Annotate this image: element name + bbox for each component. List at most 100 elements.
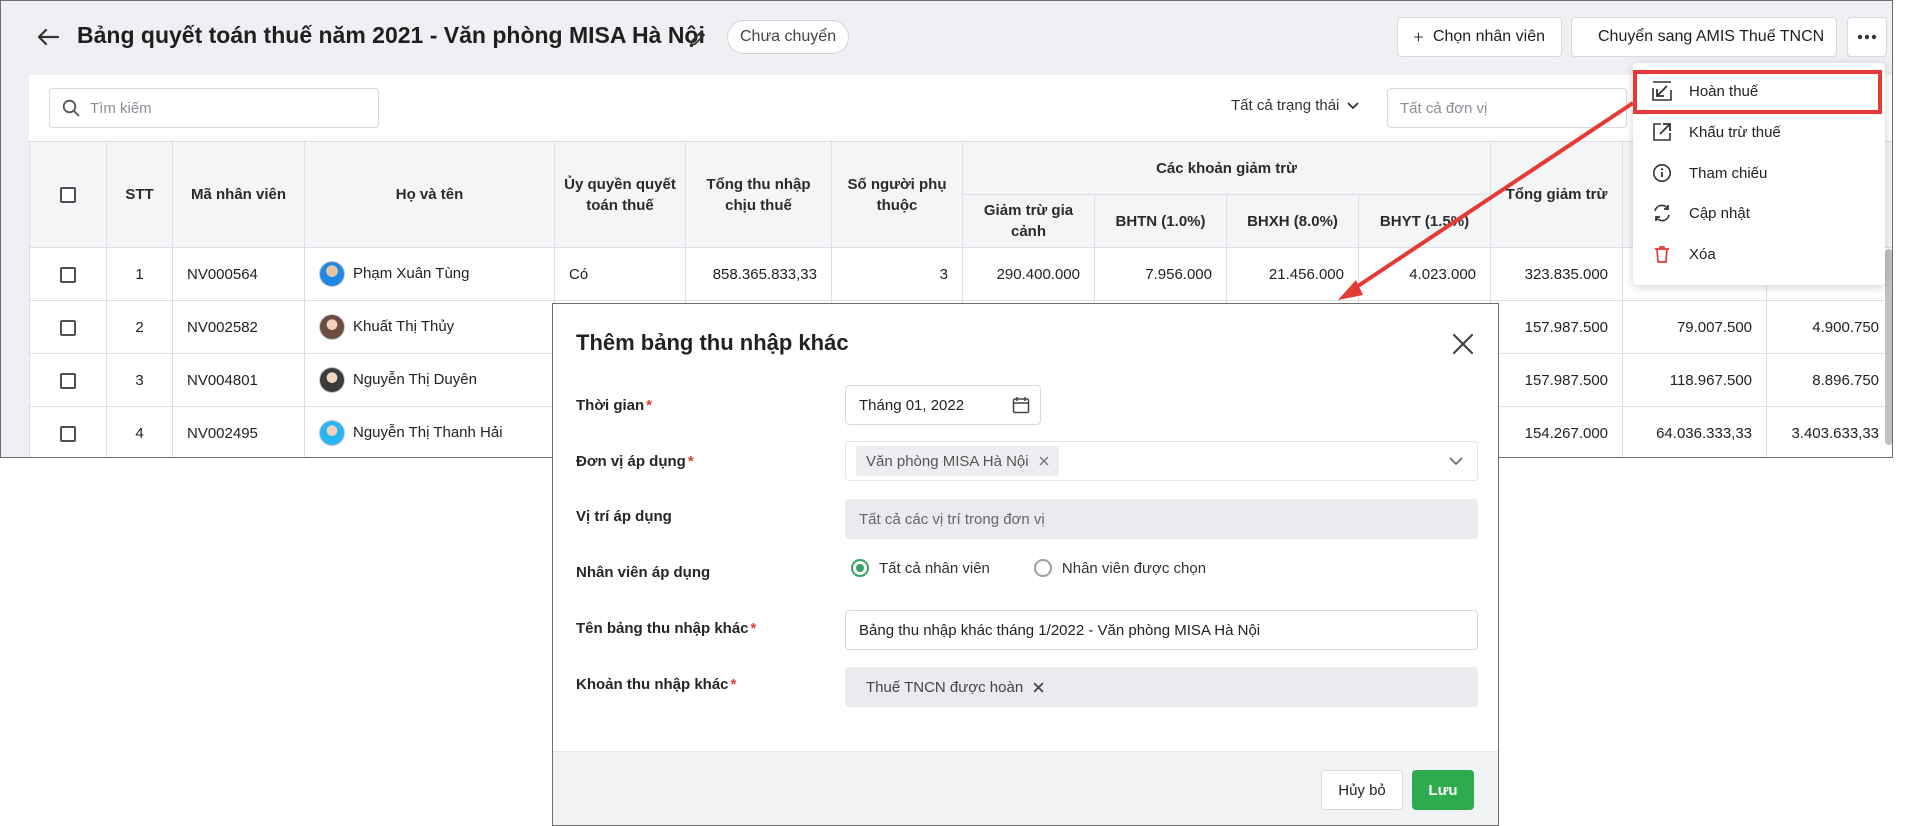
menu-item-update[interactable]: Cập nhật: [1633, 193, 1885, 233]
col-authorization: Ủy quyền quyết toán thuế: [554, 141, 686, 248]
cell-name-wrap: Phạm Xuân Tùng: [304, 247, 555, 301]
employee-radio-group: Tất cả nhân viên Nhân viên được chọn: [851, 559, 1206, 577]
chevron-down-icon: [1347, 101, 1360, 109]
back-button[interactable]: [35, 25, 61, 49]
col-stt: STT: [106, 141, 173, 248]
trash-icon: [1651, 243, 1673, 265]
avatar: [319, 420, 345, 446]
income-item-select[interactable]: Thuế TNCN được hoàn: [845, 667, 1478, 707]
avatar: [319, 367, 345, 393]
cell-col13: 8.896.750: [1766, 353, 1892, 407]
unit-filter-dropdown[interactable]: Tất cả đơn vị: [1387, 88, 1627, 128]
cell-name-wrap: Nguyễn Thị Duyên: [304, 353, 555, 407]
radio-dot: [851, 559, 869, 577]
row-checkbox[interactable]: [60, 266, 76, 283]
menu-item-label: Tham chiếu: [1689, 164, 1768, 182]
radio-dot: [1033, 559, 1052, 577]
search-icon: [62, 99, 80, 117]
time-value: Tháng 01, 2022: [859, 396, 965, 414]
table-name-input[interactable]: Bảng thu nhập khác tháng 1/2022 - Văn ph…: [845, 610, 1478, 650]
cancel-button[interactable]: Hủy bỏ: [1321, 770, 1403, 810]
pencil-icon: [690, 31, 705, 46]
more-options-button[interactable]: [1847, 17, 1887, 57]
required-asterisk: *: [750, 620, 757, 637]
cell-bhxh: 21.456.000: [1226, 247, 1359, 301]
vertical-scrollbar[interactable]: [1885, 249, 1892, 445]
income-tag: Thuế TNCN được hoàn: [856, 672, 1054, 702]
unit-select[interactable]: Văn phòng MISA Hà Nội: [845, 441, 1478, 481]
col-bhyt: BHYT (1.5%): [1357, 194, 1492, 248]
cell-total-deduction: 157.987.500: [1490, 353, 1624, 407]
menu-item-delete[interactable]: Xóa: [1633, 234, 1885, 274]
cell-col12: 64.036.333,33: [1622, 406, 1768, 457]
col-group-deductions: Các khoản giảm trừ: [961, 141, 1492, 195]
info-icon: [1651, 162, 1673, 184]
cell-total-deduction: 157.987.500: [1490, 300, 1624, 354]
status-filter-value: Tất cả trạng thái: [1231, 97, 1340, 114]
dialog-footer: Hủy bỏ Lưu: [553, 751, 1498, 825]
cell-total-deduction: 323.835.000: [1490, 247, 1624, 301]
cell-stt: 2: [106, 300, 173, 354]
cell-name-wrap: Nguyễn Thị Thanh Hải: [304, 406, 555, 457]
choose-employee-button[interactable]: Chọn nhân viên: [1397, 17, 1562, 57]
arrow-up-right-icon: [1651, 121, 1673, 143]
col-bhxh: BHXH (8.0%): [1226, 194, 1359, 248]
cell-name: Phạm Xuân Tùng: [353, 264, 470, 282]
avatar: [319, 314, 345, 340]
edit-title-button[interactable]: [686, 26, 710, 50]
page-title: Bảng quyết toán thuế năm 2021 - Văn phòn…: [77, 22, 705, 48]
cell-name: Nguyễn Thị Thanh Hải: [353, 423, 503, 441]
search-input[interactable]: [90, 99, 350, 117]
tag-remove-icon[interactable]: [1039, 456, 1049, 466]
radio-selected-employees[interactable]: Nhân viên được chọn: [1033, 559, 1206, 577]
status-filter-dropdown[interactable]: Tất cả trạng thái: [1231, 97, 1360, 114]
close-icon: [1452, 333, 1474, 355]
cell-stt: 4: [106, 406, 173, 457]
col-full-name: Họ và tên: [304, 141, 555, 248]
menu-item-label: Xóa: [1689, 245, 1716, 263]
position-label: Vị trí áp dụng: [576, 508, 672, 525]
cell-family-deduction: 290.400.000: [962, 247, 1095, 301]
col-total-deduction: Tổng giảm trừ: [1490, 141, 1624, 248]
cell-authorization: Có: [554, 247, 686, 301]
save-button[interactable]: Lưu: [1412, 770, 1474, 810]
cell-name: Khuất Thị Thủy: [353, 317, 455, 335]
transfer-label: Chuyển sang AMIS Thuế TNCN: [1598, 28, 1825, 45]
dialog-title: Thêm bảng thu nhập khác: [576, 330, 849, 355]
col-total-taxable-income: Tổng thu nhập chịu thuế: [685, 141, 832, 248]
highlight-box: [1633, 70, 1882, 114]
tag-remove-icon[interactable]: [1033, 681, 1044, 693]
avatar: [319, 261, 345, 287]
position-value: Tất cả các vị trí trong đơn vị: [859, 510, 1045, 528]
cell-col13: 3.403.633,33: [1766, 406, 1892, 457]
required-asterisk: *: [687, 453, 694, 470]
required-asterisk: *: [730, 676, 737, 693]
menu-item-deduct[interactable]: Khấu trừ thuế: [1633, 112, 1885, 152]
cell-employee-code: NV000564: [172, 247, 305, 301]
cell-employee-code: NV002495: [172, 406, 305, 457]
select-all-checkbox[interactable]: [60, 187, 76, 204]
menu-item-reference[interactable]: Tham chiếu: [1633, 153, 1885, 193]
radio-all-employees[interactable]: Tất cả nhân viên: [851, 559, 990, 577]
unit-label: Đơn vị áp dụng *: [576, 453, 694, 470]
table-name-value: Bảng thu nhập khác tháng 1/2022 - Văn ph…: [859, 621, 1261, 639]
col-family-deduction: Giảm trừ gia cảnh: [962, 194, 1095, 248]
required-asterisk: *: [646, 397, 653, 414]
name-label: Tên bảng thu nhập khác *: [576, 620, 757, 637]
time-picker[interactable]: Tháng 01, 2022: [845, 385, 1041, 425]
dialog-close-button[interactable]: [1449, 330, 1477, 358]
transfer-button[interactable]: Chuyển sang AMIS Thuế TNCN: [1571, 17, 1837, 57]
row-checkbox[interactable]: [60, 319, 76, 336]
row-checkbox[interactable]: [60, 425, 76, 442]
cell-col13: 4.900.750: [1766, 300, 1892, 354]
row-checkbox[interactable]: [60, 372, 76, 389]
calendar-icon: [1012, 397, 1030, 414]
table-row[interactable]: 1 NV000564 Phạm Xuân Tùng Có 858.365.833…: [29, 247, 1892, 301]
position-field: Tất cả các vị trí trong đơn vị: [845, 499, 1478, 539]
more-horizontal-icon: [1857, 34, 1877, 40]
income-label: Khoản thu nhập khác *: [576, 676, 737, 693]
col-employee-code: Mã nhân viên: [172, 141, 305, 248]
col-bhtn: BHTN (1.0%): [1094, 194, 1227, 248]
search-box[interactable]: [49, 88, 379, 128]
time-label: Thời gian *: [576, 397, 653, 414]
